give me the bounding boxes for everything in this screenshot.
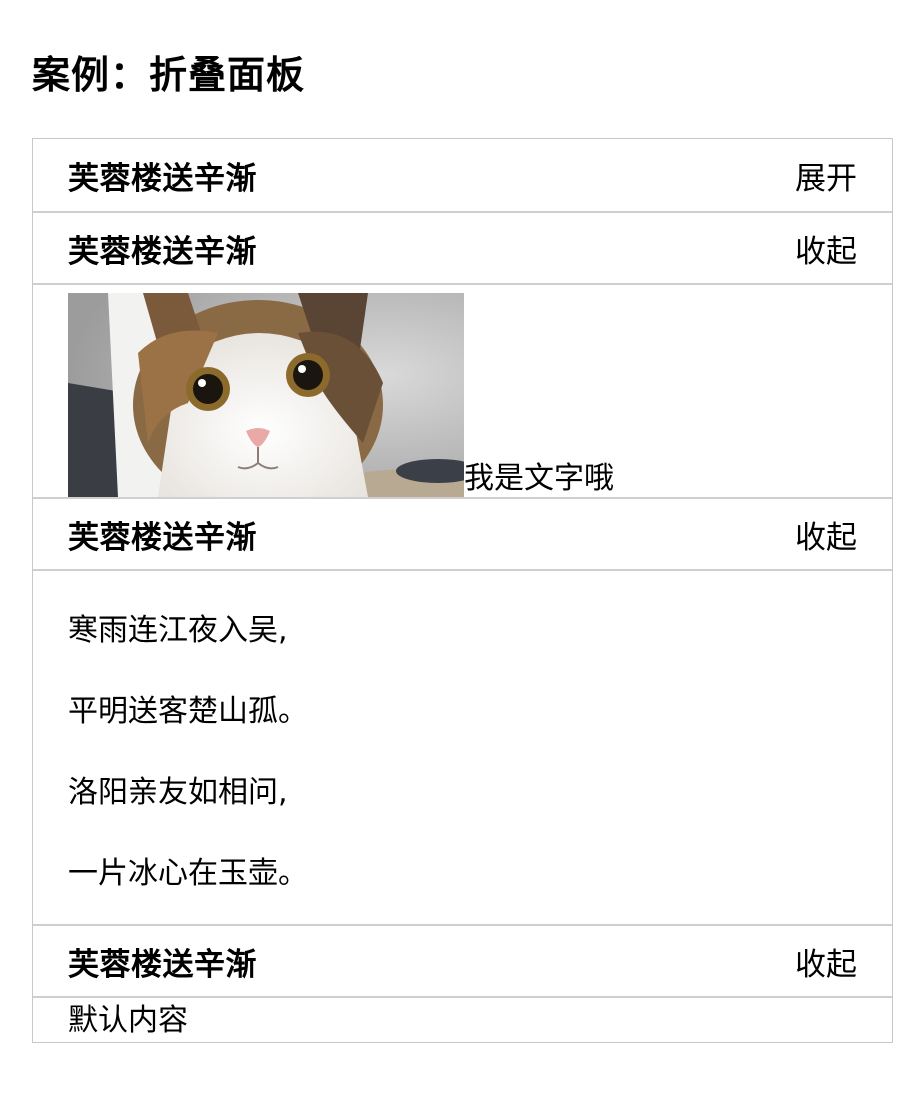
poem-line: 平明送客楚山孤。 [68,694,308,729]
panel-title: 芙蓉楼送辛渐 [68,946,257,983]
panel-title: 芙蓉楼送辛渐 [68,519,257,556]
panel-title: 芙蓉楼送辛渐 [68,233,257,270]
panel-body-poem: 寒雨连江夜入吴, 平明送客楚山孤。 洛阳亲友如相问, 一片冰心在玉壶。 [33,569,892,924]
image-caption: 我是文字哦 [464,461,614,496]
poem-line: 一片冰心在玉壶。 [68,856,308,891]
panel-header-1[interactable]: 芙蓉楼送辛渐 展开 [33,139,892,211]
panel-body-default: 默认内容 [33,996,892,1042]
panel-toggle-button[interactable]: 展开 [795,153,857,198]
cat-photo [68,293,464,497]
panel-title: 芙蓉楼送辛渐 [68,160,257,197]
panel-header-3[interactable]: 芙蓉楼送辛渐 收起 [33,497,892,569]
page-title: 案例：折叠面板 [32,53,306,97]
accordion: 芙蓉楼送辛渐 展开 芙蓉楼送辛渐 收起 我是文字哦 芙蓉楼送辛渐 收起 寒雨连江… [32,138,893,1043]
panel-toggle-button[interactable]: 收起 [795,939,857,984]
default-content: 默认内容 [68,1003,188,1038]
poem-line: 洛阳亲友如相问, [68,775,288,810]
poem-line: 寒雨连江夜入吴, [68,613,288,648]
panel-header-4[interactable]: 芙蓉楼送辛渐 收起 [33,924,892,996]
panel-toggle-button[interactable]: 收起 [795,226,857,271]
panel-header-2[interactable]: 芙蓉楼送辛渐 收起 [33,211,892,283]
panel-body-image: 我是文字哦 [33,283,892,497]
panel-toggle-button[interactable]: 收起 [795,512,857,557]
